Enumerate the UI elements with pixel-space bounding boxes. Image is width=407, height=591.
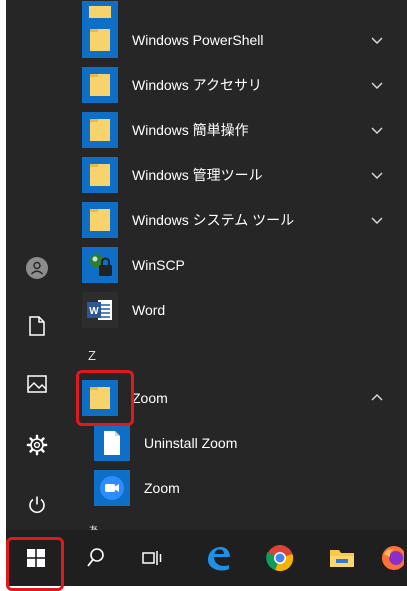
app-label: Uninstall Zoom <box>144 435 238 451</box>
pictures-icon[interactable] <box>21 368 53 400</box>
word-tile-letter: W <box>89 306 99 317</box>
winscp-icon <box>82 247 118 283</box>
zoom-camera-icon <box>94 470 130 506</box>
edge-icon[interactable] <box>196 530 240 586</box>
task-view-icon[interactable] <box>130 530 174 586</box>
list-item-windows-system-tools[interactable]: Windows システム ツール <box>82 198 407 242</box>
word-icon: W <box>82 292 118 328</box>
app-label: WinSCP <box>132 257 185 273</box>
chevron-down-icon[interactable] <box>371 80 383 90</box>
document-icon <box>94 425 130 461</box>
app-label: Zoom <box>132 390 168 406</box>
chevron-down-icon[interactable] <box>371 35 383 45</box>
file-explorer-icon[interactable] <box>320 530 364 586</box>
folder-icon <box>82 157 118 193</box>
app-label: Windows PowerShell <box>132 32 264 48</box>
list-item-winscp[interactable]: WinSCP <box>82 243 407 287</box>
folder-icon <box>82 112 118 148</box>
folder-icon <box>82 67 118 103</box>
list-item-word[interactable]: W Word <box>82 288 407 332</box>
zoom-folder-highlight <box>76 370 134 426</box>
power-icon[interactable] <box>21 489 53 521</box>
app-label: Zoom <box>144 480 180 496</box>
list-item-uninstall-zoom[interactable]: Uninstall Zoom <box>94 421 407 465</box>
list-item-windows-powershell[interactable]: Windows PowerShell <box>82 18 407 62</box>
start-menu: Windows PowerShell Windows アクセサリ Windows… <box>6 0 407 530</box>
chevron-down-icon[interactable] <box>371 125 383 135</box>
app-label: Word <box>132 302 166 318</box>
app-list: Windows PowerShell Windows アクセサリ Windows… <box>70 0 407 530</box>
firefox-icon[interactable] <box>380 530 407 586</box>
app-label: Windows アクセサリ <box>132 77 262 93</box>
folder-icon <box>82 202 118 238</box>
app-label: Windows 簡単操作 <box>132 122 249 138</box>
app-label: Windows 管理ツール <box>132 167 263 183</box>
section-letter-z[interactable]: Z <box>88 348 96 363</box>
section-letter-a[interactable]: あ <box>88 522 99 530</box>
chevron-up-icon[interactable] <box>371 393 383 403</box>
list-item-windows-admin-tools[interactable]: Windows 管理ツール <box>82 153 407 197</box>
user-avatar-icon[interactable] <box>21 252 53 284</box>
documents-icon[interactable] <box>21 310 53 342</box>
chevron-down-icon[interactable] <box>371 215 383 225</box>
list-item-windows-accessories[interactable]: Windows アクセサリ <box>82 63 407 107</box>
start-menu-rail <box>6 0 70 530</box>
chrome-icon[interactable] <box>258 530 302 586</box>
folder-icon <box>82 22 118 58</box>
settings-gear-icon[interactable] <box>21 429 53 461</box>
list-item-windows-ease-of-access[interactable]: Windows 簡単操作 <box>82 108 407 152</box>
chevron-down-icon[interactable] <box>371 170 383 180</box>
app-label: Windows システム ツール <box>132 212 295 228</box>
taskbar <box>6 530 407 586</box>
start-button-highlight <box>6 537 64 591</box>
list-item-zoom-app[interactable]: Zoom <box>94 466 407 510</box>
search-icon[interactable] <box>74 530 118 586</box>
